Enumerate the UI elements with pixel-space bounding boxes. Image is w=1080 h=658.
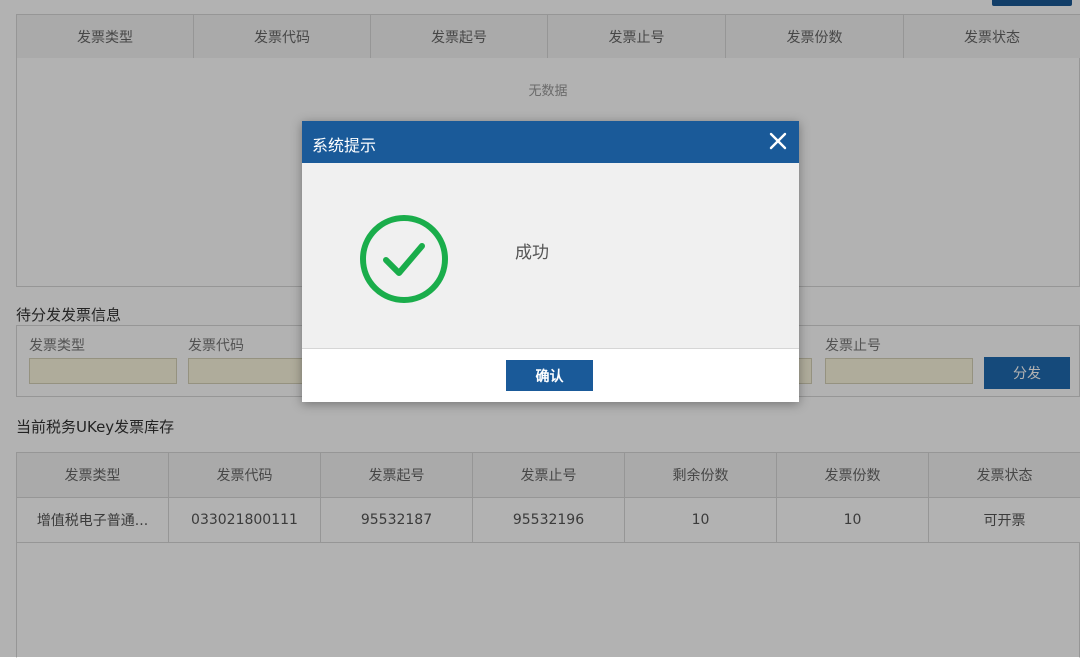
close-icon[interactable] bbox=[767, 130, 789, 152]
dialog-header: 系统提示 bbox=[302, 121, 799, 163]
dialog-footer: 确认 bbox=[302, 349, 799, 402]
dialog-message: 成功 bbox=[515, 238, 549, 263]
system-prompt-dialog: 系统提示 成功 确认 bbox=[302, 121, 799, 402]
dialog-title: 系统提示 bbox=[312, 132, 376, 156]
dialog-body: 成功 bbox=[302, 163, 799, 349]
success-check-icon bbox=[358, 213, 450, 305]
confirm-button[interactable]: 确认 bbox=[506, 360, 593, 391]
